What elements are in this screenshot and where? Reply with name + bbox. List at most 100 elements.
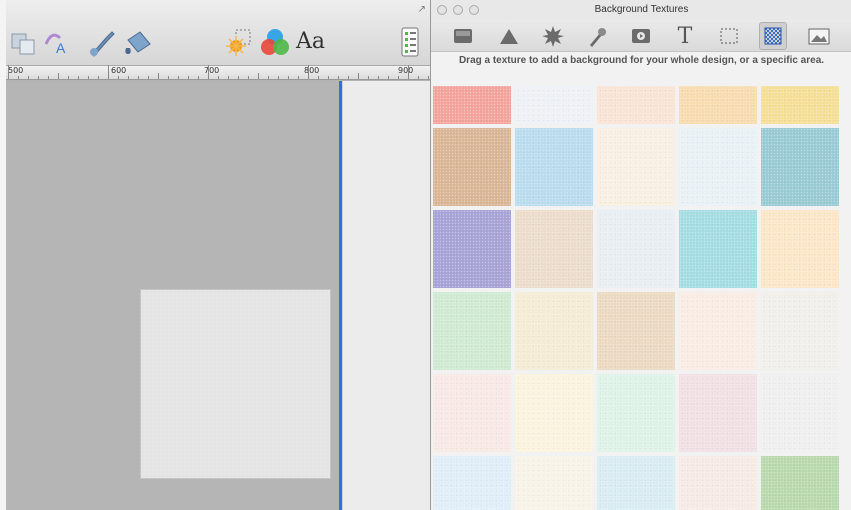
brush-icon[interactable] (86, 26, 118, 58)
texture-swatch[interactable] (761, 292, 839, 370)
texture-swatch[interactable] (761, 374, 839, 452)
ruler-tick (348, 76, 349, 79)
ruler-tick (338, 76, 339, 79)
canvas-page-area[interactable] (342, 81, 430, 510)
design-canvas[interactable] (6, 81, 430, 510)
texture-swatch[interactable] (433, 292, 511, 370)
texture-swatch[interactable] (597, 374, 675, 452)
ruler-tick (368, 76, 369, 79)
ruler-tick (398, 76, 399, 79)
texture-swatch[interactable] (433, 86, 511, 124)
ruler-tick (258, 73, 259, 79)
texture-swatch[interactable] (679, 456, 757, 510)
brush-icon[interactable] (583, 22, 611, 50)
triangle-icon[interactable] (495, 22, 523, 50)
ruler-tick (408, 65, 409, 79)
texture-swatch[interactable] (679, 128, 757, 206)
ruler-tick (328, 76, 329, 79)
editor-toolbar: A Aa ↗ (6, 0, 430, 66)
ruler-tick (38, 76, 39, 79)
ruler-tick (8, 65, 9, 79)
texture-swatch[interactable] (433, 128, 511, 206)
texture-swatch[interactable] (597, 210, 675, 288)
panel-titlebar: Background Textures (431, 0, 851, 20)
texture-swatch[interactable] (761, 128, 839, 206)
ruler-tick (108, 65, 109, 79)
ruler-tick (58, 73, 59, 79)
rectangle-icon[interactable] (449, 22, 477, 50)
ruler-tick (168, 76, 169, 79)
texture-swatch[interactable] (597, 128, 675, 206)
ruler-tick (28, 76, 29, 79)
texture-swatch[interactable] (597, 456, 675, 510)
ruler-tick (78, 76, 79, 79)
effects-icon[interactable] (224, 26, 256, 58)
texture-swatch[interactable] (761, 86, 839, 124)
ruler-tick (218, 76, 219, 79)
ruler-tick (148, 76, 149, 79)
svg-text:A: A (56, 40, 66, 56)
ruler-tick (178, 76, 179, 79)
ruler-label: 600 (111, 66, 127, 75)
ruler-tick (318, 76, 319, 79)
fullscreen-icon[interactable]: ↗ (418, 4, 426, 15)
texture-swatch[interactable] (515, 374, 593, 452)
arrange-icon[interactable] (8, 26, 40, 58)
texture-swatch[interactable] (515, 292, 593, 370)
video-icon[interactable] (627, 22, 655, 50)
texture-grid (433, 86, 841, 510)
ruler-tick (278, 76, 279, 79)
ruler-tick (118, 76, 119, 79)
texture-swatch[interactable] (761, 210, 839, 288)
paint-bucket-icon[interactable] (122, 26, 154, 58)
text-icon[interactable]: T (671, 22, 699, 50)
panel-title: Background Textures (594, 4, 689, 15)
ruler-tick (418, 76, 419, 79)
texture-swatch[interactable] (433, 210, 511, 288)
texture-icon[interactable] (759, 22, 787, 50)
texture-swatch[interactable] (515, 128, 593, 206)
panel-instructions: Drag a texture to add a background for y… (458, 55, 825, 66)
ruler-tick (88, 76, 89, 79)
checklist-icon[interactable] (394, 26, 426, 58)
texture-shape[interactable] (140, 289, 331, 479)
image-icon[interactable] (805, 22, 833, 50)
ruler-tick (388, 76, 389, 79)
ruler-tick (128, 76, 129, 79)
texture-swatch[interactable] (761, 456, 839, 510)
text-style-icon[interactable]: A (42, 26, 74, 58)
ruler-tick (48, 76, 49, 79)
texture-swatch[interactable] (597, 292, 675, 370)
ruler-tick (358, 73, 359, 79)
horizontal-ruler: 500 600 700 800 900 (6, 65, 430, 80)
ruler-label: 500 (8, 66, 24, 75)
ruler-tick (228, 76, 229, 79)
ruler-tick (378, 76, 379, 79)
ruler-tick (198, 76, 199, 79)
ruler-tick (158, 73, 159, 79)
ruler-tick (18, 76, 19, 79)
texture-swatch[interactable] (597, 86, 675, 124)
background-textures-panel: Background Textures T Drag a texture to … (430, 0, 851, 510)
ruler-tick (98, 76, 99, 79)
texture-swatch[interactable] (679, 292, 757, 370)
panel-toolbar: T (431, 20, 851, 52)
ruler-tick (188, 76, 189, 79)
ruler-tick (428, 76, 429, 79)
ruler-tick (308, 65, 309, 79)
texture-swatch[interactable] (515, 86, 593, 124)
texture-swatch[interactable] (515, 210, 593, 288)
ruler-label: 700 (204, 66, 220, 75)
ruler-tick (288, 76, 289, 79)
ruler-tick (238, 76, 239, 79)
selection-icon[interactable] (715, 22, 743, 50)
texture-swatch[interactable] (679, 86, 757, 124)
texture-swatch[interactable] (433, 374, 511, 452)
starburst-icon[interactable] (539, 22, 567, 50)
texture-swatch[interactable] (515, 456, 593, 510)
colors-icon[interactable] (258, 26, 290, 58)
text-tool-button[interactable]: Aa (296, 26, 336, 58)
texture-swatch[interactable] (433, 456, 511, 510)
texture-swatch[interactable] (679, 210, 757, 288)
texture-swatch[interactable] (679, 374, 757, 452)
